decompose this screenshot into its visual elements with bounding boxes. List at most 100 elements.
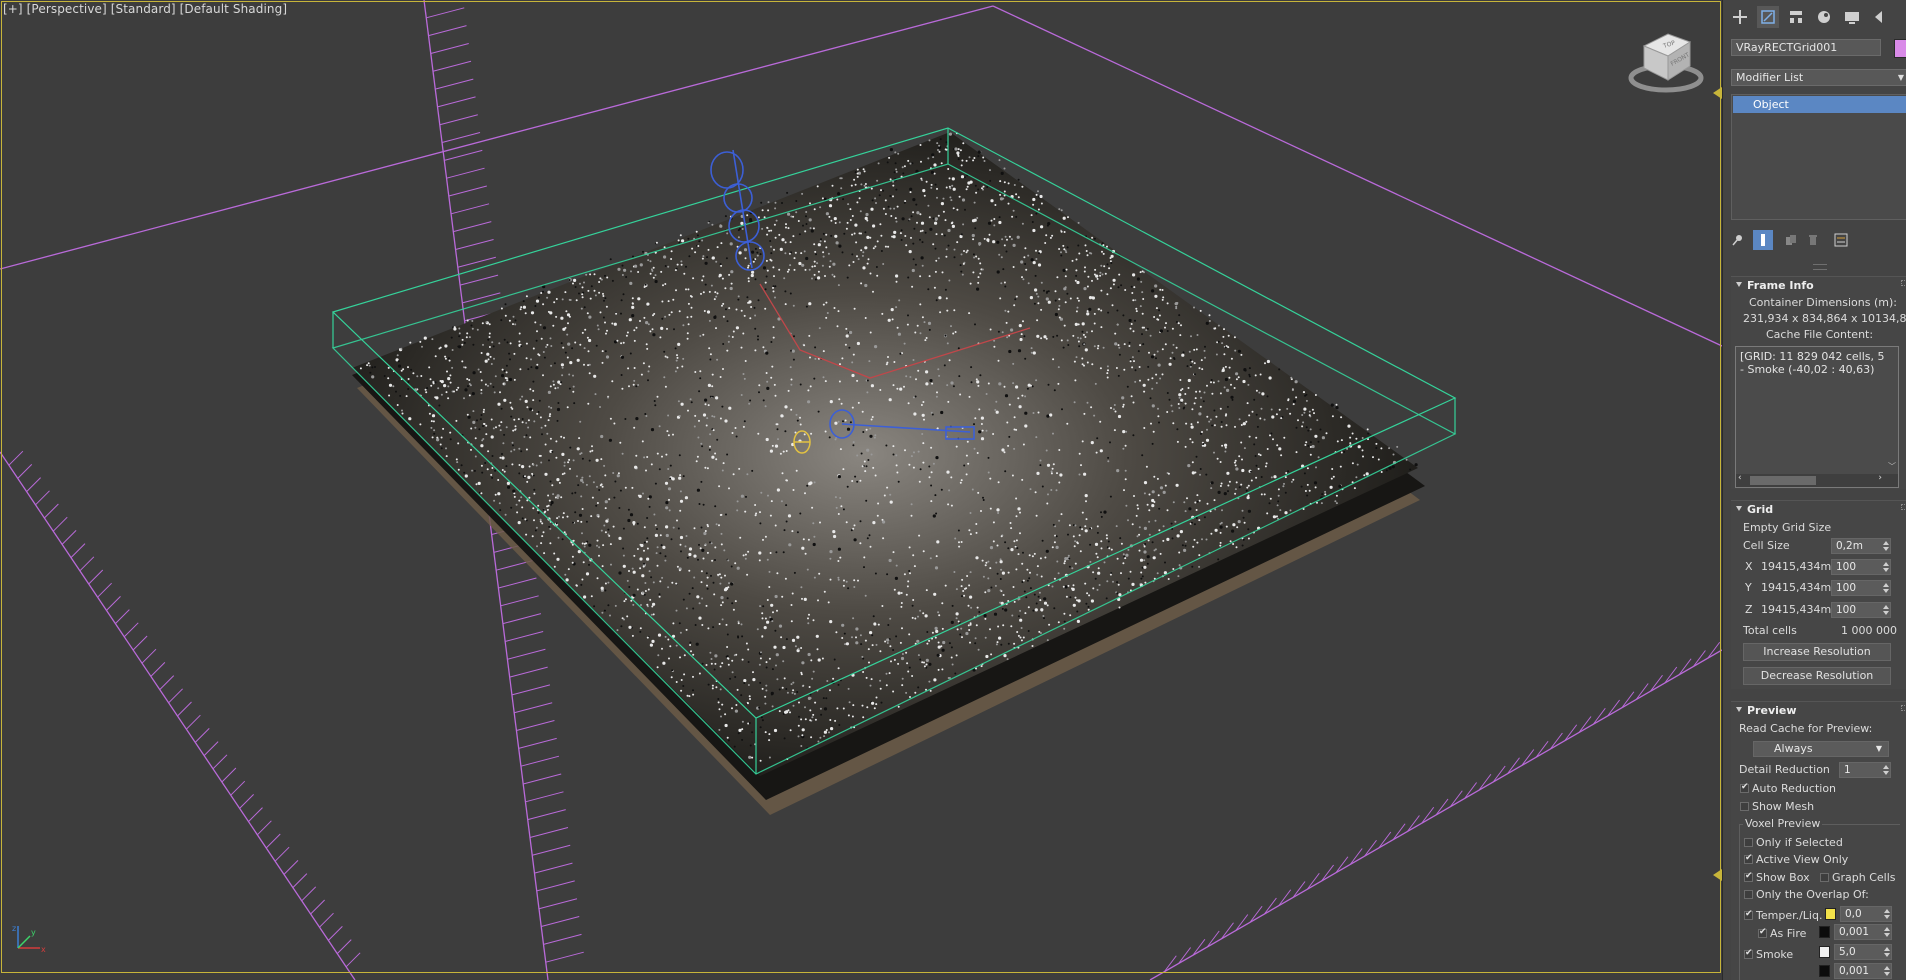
increase-resolution-button[interactable]: Increase Resolution	[1743, 643, 1891, 661]
show-mesh-checkbox[interactable]	[1740, 802, 1749, 811]
only-overlap-checkbox[interactable]	[1744, 890, 1753, 899]
configure-sets-button[interactable]	[1831, 230, 1851, 250]
create-tab[interactable]	[1729, 6, 1751, 28]
spinner-arrows-icon[interactable]	[1884, 908, 1890, 920]
z-cells-spinner[interactable]: 100	[1831, 602, 1891, 618]
smoke-value: 5,0	[1839, 946, 1856, 958]
chevron-down-icon: ▼	[1897, 73, 1904, 82]
rollout-pin-icon	[1901, 705, 1906, 711]
stack-toolbar	[1723, 228, 1906, 252]
collapse-triangle-icon	[1736, 282, 1742, 287]
modify-tab[interactable]	[1757, 6, 1779, 28]
modifier-stack[interactable]: Object	[1731, 94, 1906, 220]
cache-content-label: Cache File Content:	[1766, 328, 1874, 341]
decrease-resolution-button[interactable]: Decrease Resolution	[1743, 667, 1891, 685]
empty-grid-size-label: Empty Grid Size	[1743, 521, 1832, 534]
as-fire-spinner[interactable]: 0,001	[1834, 924, 1892, 940]
display-tab[interactable]	[1841, 6, 1863, 28]
panel-resize-grip[interactable]	[1813, 264, 1827, 270]
smoke-color-swatch[interactable]	[1819, 946, 1830, 958]
temper-color-swatch[interactable]	[1825, 908, 1836, 920]
graph-cells-label: Graph Cells	[1832, 871, 1896, 884]
remove-modifier-button[interactable]	[1803, 230, 1823, 250]
grid-header[interactable]: Grid	[1731, 501, 1906, 518]
perspective-viewport[interactable]: [+] [Perspective] [Standard] [Default Sh…	[0, 0, 1722, 980]
preview-header[interactable]: Preview	[1731, 702, 1906, 719]
scroll-right-icon[interactable]: ›	[1878, 473, 1882, 483]
cell-size-value: 0,2m	[1836, 540, 1863, 552]
only-if-selected-label: Only if Selected	[1756, 836, 1843, 849]
scroll-left-icon[interactable]: ‹	[1738, 473, 1742, 483]
graph-cells-checkbox[interactable]	[1820, 873, 1829, 882]
show-box-checkbox[interactable]	[1744, 871, 1753, 882]
horizontal-scrollbar[interactable]: ‹ ›	[1736, 473, 1898, 487]
auto-reduction-checkbox[interactable]	[1740, 782, 1749, 793]
auto-reduction-label: Auto Reduction	[1752, 782, 1837, 795]
spinner-arrows-icon[interactable]	[1883, 604, 1889, 616]
read-cache-dropdown[interactable]: Always ▼	[1753, 741, 1889, 757]
collapse-triangle-icon	[1736, 506, 1742, 511]
spinner-arrows-icon[interactable]	[1883, 764, 1889, 776]
spinner-arrows-icon[interactable]	[1883, 582, 1889, 594]
y-cells-spinner[interactable]: 100	[1831, 580, 1891, 596]
read-cache-label: Read Cache for Preview:	[1739, 722, 1873, 735]
detail-reduction-spinner[interactable]: 1	[1839, 762, 1891, 778]
spinner-arrows-icon[interactable]	[1883, 561, 1889, 573]
show-mesh-label: Show Mesh	[1752, 800, 1815, 813]
show-end-result-button[interactable]	[1753, 230, 1773, 250]
viewport-menu-standard[interactable]: [Standard]	[111, 2, 176, 16]
rollout-pin-icon	[1901, 280, 1906, 286]
pin-stack-button[interactable]	[1727, 230, 1747, 250]
cache-content-textbox[interactable]: [GRID: 11 829 042 cells, 5 - Smoke (-40,…	[1735, 346, 1899, 488]
x-cells-spinner[interactable]: 100	[1831, 559, 1891, 575]
detail-reduction-label: Detail Reduction	[1739, 763, 1830, 776]
viewport-menu-shading[interactable]: [Default Shading]	[180, 2, 287, 16]
smoke-spinner[interactable]: 5,0	[1834, 944, 1892, 960]
utilities-icon	[1875, 11, 1882, 23]
viewcube[interactable]: TOP FRONT	[1628, 28, 1704, 94]
active-view-only-checkbox[interactable]	[1744, 853, 1753, 864]
temper-liq-checkbox[interactable]	[1744, 909, 1753, 920]
cell-size-spinner[interactable]: 0,2m	[1831, 538, 1891, 554]
hierarchy-tab[interactable]	[1785, 6, 1807, 28]
stack-item-object[interactable]: Object	[1733, 96, 1906, 113]
frame-info-header[interactable]: Frame Info	[1731, 277, 1906, 294]
object-name-field[interactable]	[1731, 39, 1881, 56]
show-box-label: Show Box	[1756, 871, 1810, 884]
trash-icon	[1809, 235, 1817, 245]
object-color-swatch[interactable]	[1894, 39, 1906, 58]
motion-tab[interactable]	[1813, 6, 1835, 28]
spinner-arrows-icon[interactable]	[1884, 965, 1890, 977]
utilities-tab[interactable]	[1869, 6, 1891, 28]
viewport-label[interactable]: [+] [Perspective] [Standard] [Default Sh…	[3, 2, 287, 16]
spinner-arrows-icon[interactable]	[1883, 540, 1889, 552]
scroll-thumb[interactable]	[1750, 476, 1816, 485]
axis-x-label: x	[41, 945, 46, 954]
vertical-scrollbar[interactable]: ﹀	[1886, 347, 1898, 474]
scroll-down-icon[interactable]: ﹀	[1888, 461, 1896, 472]
viewport-menu-perspective[interactable]: [Perspective]	[27, 2, 107, 16]
z-cells-value: 100	[1836, 604, 1857, 616]
smoke-color-swatch-2[interactable]	[1819, 965, 1830, 977]
hierarchy-icon	[1790, 11, 1802, 23]
temper-value: 0,0	[1845, 908, 1862, 920]
modifier-list-dropdown[interactable]: Modifier List ▼	[1731, 69, 1906, 86]
only-if-selected-checkbox[interactable]	[1744, 838, 1753, 847]
command-panel-tabs	[1723, 0, 1906, 34]
axis-y-label: y	[31, 928, 36, 937]
as-fire-color-swatch[interactable]	[1819, 926, 1830, 938]
total-cells-label: Total cells	[1743, 624, 1797, 637]
viewport-scene[interactable]	[0, 0, 1722, 980]
spinner-arrows-icon[interactable]	[1884, 926, 1890, 938]
make-unique-button[interactable]	[1781, 230, 1801, 250]
smoke-spinner-2[interactable]: 0,001	[1834, 963, 1892, 979]
spinner-arrows-icon[interactable]	[1884, 946, 1890, 958]
as-fire-checkbox[interactable]	[1758, 927, 1767, 938]
temper-spinner[interactable]: 0,0	[1840, 906, 1892, 922]
cell-size-label: Cell Size	[1743, 539, 1790, 552]
pin-icon	[1732, 235, 1742, 246]
z-axis-label: Z	[1745, 603, 1753, 616]
viewport-menu-plus[interactable]: [+]	[3, 2, 23, 16]
only-overlap-label: Only the Overlap Of:	[1756, 888, 1869, 901]
smoke-checkbox[interactable]	[1744, 948, 1753, 959]
